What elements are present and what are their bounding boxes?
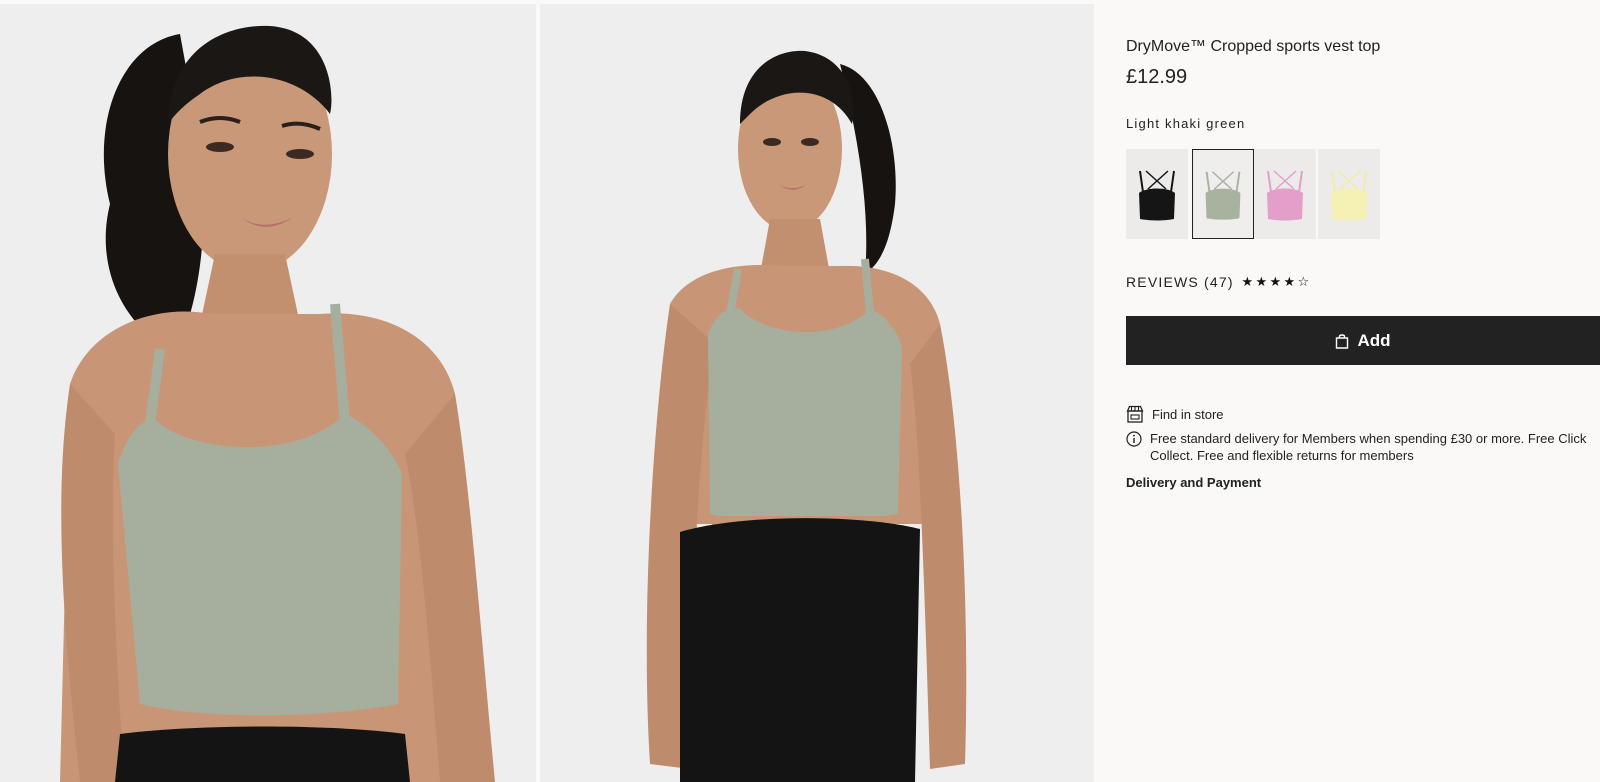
delivery-text-line-2: Collect. Free and flexible returns for m… — [1150, 448, 1414, 463]
reviews-label: REVIEWS (47) — [1126, 274, 1234, 290]
info-icon — [1126, 431, 1142, 447]
product-gallery — [0, 0, 1094, 782]
swatch-pink[interactable] — [1254, 149, 1316, 239]
add-to-bag-button[interactable]: Add — [1126, 316, 1600, 365]
reviews-link[interactable]: REVIEWS (47) ★ ★ ★ ★ ☆ — [1126, 274, 1310, 290]
add-button-label: Add — [1357, 330, 1391, 350]
swatch-light-yellow-thumbnail — [1331, 170, 1367, 221]
delivery-info: Free standard delivery for Members when … — [1126, 430, 1600, 464]
selected-color-name: Light khaki green — [1126, 116, 1246, 131]
swatch-pink-thumbnail — [1267, 170, 1303, 221]
product-image-three-quarter[interactable] — [540, 4, 1094, 782]
find-in-store-label: Find in store — [1152, 406, 1224, 422]
swatch-black-thumbnail — [1139, 170, 1175, 221]
swatch-light-khaki-green-thumbnail — [1205, 171, 1241, 220]
star-empty-icon: ☆ — [1297, 274, 1310, 289]
store-icon — [1126, 405, 1144, 423]
star-rating: ★ ★ ★ ★ ☆ — [1241, 274, 1310, 290]
star-full-icon: ★ — [1283, 274, 1296, 289]
delivery-text: Free standard delivery for Members when … — [1150, 430, 1600, 464]
swatch-black[interactable] — [1126, 149, 1188, 239]
delivery-and-payment-link[interactable]: Delivery and Payment — [1126, 475, 1261, 490]
product-price: £12.99 — [1126, 66, 1188, 88]
shopping-bag-icon — [1336, 333, 1349, 349]
star-full-icon: ★ — [1269, 274, 1282, 289]
product-title: DryMove™ Cropped sports vest top — [1126, 38, 1381, 55]
swatch-light-yellow[interactable] — [1318, 149, 1380, 239]
star-full-icon: ★ — [1241, 274, 1254, 289]
delivery-text-line-1: Free standard delivery for Members when … — [1150, 431, 1587, 446]
product-image-front[interactable] — [0, 4, 536, 782]
swatch-light-khaki-green[interactable] — [1192, 149, 1254, 239]
product-details-panel: DryMove™ Cropped sports vest top £12.99 … — [1126, 0, 1600, 782]
find-in-store-link[interactable]: Find in store — [1126, 405, 1224, 423]
star-full-icon: ★ — [1255, 274, 1268, 289]
